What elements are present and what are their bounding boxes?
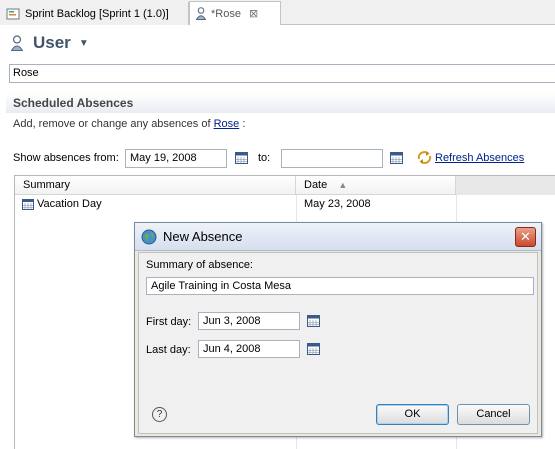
- summary-input[interactable]: Agile Training in Costa Mesa: [146, 277, 534, 295]
- ok-button[interactable]: OK: [376, 404, 449, 425]
- show-from-label: Show absences from:: [13, 152, 119, 164]
- user-link[interactable]: Rose: [214, 118, 240, 130]
- new-absence-dialog: New Absence ✕ Summary of absence: Agile …: [134, 222, 542, 437]
- tab-rose[interactable]: *Rose ⊠: [189, 1, 281, 25]
- column-header-date-label: Date: [304, 179, 328, 191]
- dialog-body: Summary of absence: Agile Training in Co…: [138, 252, 538, 434]
- from-date-field[interactable]: May 19, 2008: [125, 149, 227, 168]
- to-date-field[interactable]: [281, 149, 383, 168]
- section-description: Add, remove or change any absences of Ro…: [13, 118, 245, 130]
- editor-tab-bar: Sprint Backlog [Sprint 1 (1.0)] *Rose ⊠: [0, 0, 555, 25]
- cancel-button[interactable]: Cancel: [457, 404, 530, 425]
- tab-label: Sprint Backlog [Sprint 1 (1.0)]: [25, 7, 169, 20]
- user-name-field[interactable]: Rose: [9, 64, 555, 83]
- row-summary: Vacation Day: [37, 198, 102, 210]
- page-title: User: [33, 33, 71, 52]
- first-day-field[interactable]: Jun 3, 2008: [198, 312, 300, 330]
- user-icon: [196, 7, 206, 20]
- column-header-date[interactable]: Date ▲: [296, 176, 456, 195]
- table-header: Summary Date ▲: [15, 176, 555, 195]
- close-icon[interactable]: ✕: [515, 227, 536, 247]
- dialog-title-bar[interactable]: New Absence ✕: [135, 223, 541, 251]
- column-header-summary[interactable]: Summary: [15, 176, 296, 195]
- to-label: to:: [258, 152, 271, 164]
- help-icon[interactable]: ?: [152, 407, 167, 422]
- sort-ascending-icon: ▲: [338, 180, 348, 190]
- first-day-label: First day:: [146, 316, 192, 328]
- refresh-icon[interactable]: [417, 150, 432, 165]
- tab-sprint-backlog[interactable]: Sprint Backlog [Sprint 1 (1.0)]: [0, 2, 189, 25]
- calendar-icon[interactable]: [390, 152, 403, 164]
- section-title: Scheduled Absences: [6, 93, 555, 113]
- last-day-field[interactable]: Jun 4, 2008: [198, 340, 300, 358]
- calendar-icon[interactable]: [307, 343, 320, 355]
- close-tab-icon[interactable]: ⊠: [249, 7, 258, 20]
- backlog-icon: [6, 8, 20, 19]
- calendar-icon[interactable]: [307, 315, 320, 327]
- last-day-label: Last day:: [146, 344, 191, 356]
- dialog-title: New Absence: [163, 229, 243, 244]
- description-suffix: :: [242, 118, 246, 130]
- description-text: Add, remove or change any absences of: [13, 118, 211, 130]
- user-icon: [11, 35, 23, 51]
- summary-label: Summary of absence:: [146, 259, 253, 271]
- column-header-filler: [456, 176, 555, 195]
- table-row[interactable]: Vacation Day May 23, 2008: [15, 195, 555, 214]
- row-date: May 23, 2008: [304, 198, 371, 210]
- refresh-absences-link[interactable]: Refresh Absences: [435, 152, 524, 164]
- editor-header: User ▼: [0, 26, 555, 60]
- tab-label: *Rose: [211, 7, 241, 20]
- chevron-down-icon[interactable]: ▼: [79, 38, 89, 49]
- globe-icon: [141, 229, 157, 244]
- calendar-icon[interactable]: [235, 152, 248, 164]
